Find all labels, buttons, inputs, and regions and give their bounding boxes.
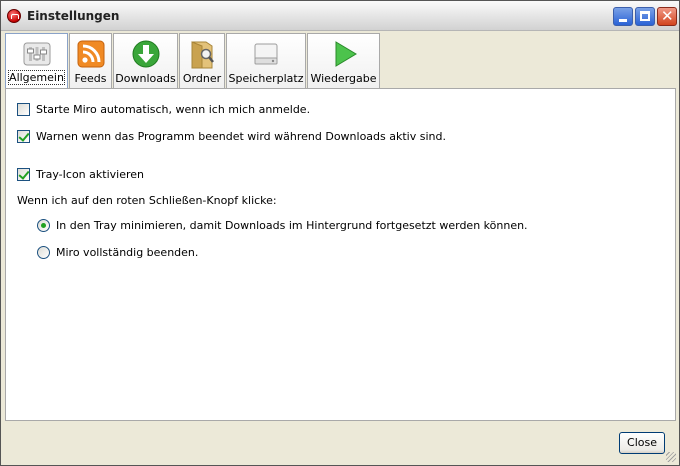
close-option-quit[interactable]: Miro vollständig beenden. bbox=[37, 246, 198, 259]
miro-app-icon bbox=[7, 9, 21, 23]
play-icon bbox=[335, 41, 357, 67]
general-settings-icon bbox=[23, 42, 50, 66]
tab-allgemein-label: Allgemein bbox=[8, 70, 65, 85]
tab-wiedergabe[interactable]: Wiedergabe bbox=[307, 33, 380, 88]
rss-feed-icon bbox=[77, 40, 104, 68]
tray-icon-option[interactable]: Tray-Icon aktivieren bbox=[17, 168, 144, 181]
tab-feeds[interactable]: Feeds bbox=[69, 33, 112, 88]
minimize-icon bbox=[619, 19, 627, 22]
download-arrow-icon bbox=[132, 40, 159, 68]
resize-grip[interactable] bbox=[666, 452, 676, 462]
tray-icon-checkbox[interactable] bbox=[17, 168, 30, 181]
close-button-label: Close bbox=[627, 436, 657, 449]
minimize-to-tray-label: In den Tray minimieren, damit Downloads … bbox=[56, 219, 528, 232]
warn-on-quit-option[interactable]: Warnen wenn das Programm beendet wird wä… bbox=[17, 130, 446, 143]
tray-icon-label: Tray-Icon aktivieren bbox=[36, 168, 144, 181]
close-option-minimize-to-tray[interactable]: In den Tray minimieren, damit Downloads … bbox=[37, 219, 528, 232]
tab-downloads[interactable]: Downloads bbox=[113, 33, 178, 88]
minimize-to-tray-radio[interactable] bbox=[37, 219, 50, 232]
tab-wiedergabe-label: Wiedergabe bbox=[310, 72, 377, 85]
close-icon: ✕ bbox=[661, 7, 674, 25]
warn-on-quit-checkbox[interactable] bbox=[17, 130, 30, 143]
preferences-window: Einstellungen ✕ Allgemein Feeds Download… bbox=[0, 0, 680, 466]
preferences-tab-bar: Allgemein Feeds Downloads Ordner Speiche… bbox=[3, 31, 679, 88]
quit-label: Miro vollständig beenden. bbox=[56, 246, 199, 259]
close-behavior-prompt: Wenn ich auf den roten Schließen-Knopf k… bbox=[17, 194, 277, 207]
tab-ordner[interactable]: Ordner bbox=[179, 33, 225, 88]
autostart-label: Starte Miro automatisch, wenn ich mich a… bbox=[36, 103, 311, 116]
quit-radio[interactable] bbox=[37, 246, 50, 259]
tab-allgemein[interactable]: Allgemein bbox=[5, 33, 68, 88]
maximize-button[interactable] bbox=[635, 7, 655, 26]
tab-speicherplatz-label: Speicherplatz bbox=[228, 72, 304, 85]
autostart-checkbox[interactable] bbox=[17, 103, 30, 116]
maximize-icon bbox=[640, 11, 650, 21]
folder-search-icon bbox=[191, 41, 214, 69]
autostart-option[interactable]: Starte Miro automatisch, wenn ich mich a… bbox=[17, 103, 310, 116]
warn-on-quit-label: Warnen wenn das Programm beendet wird wä… bbox=[36, 130, 446, 143]
tab-feeds-label: Feeds bbox=[74, 72, 107, 85]
hard-drive-icon bbox=[254, 43, 278, 65]
close-window-button[interactable]: ✕ bbox=[657, 7, 677, 26]
general-settings-panel: Starte Miro automatisch, wenn ich mich a… bbox=[5, 88, 676, 421]
window-title: Einstellungen bbox=[27, 9, 120, 23]
tab-downloads-label: Downloads bbox=[115, 72, 176, 85]
tab-ordner-label: Ordner bbox=[182, 72, 222, 85]
title-bar[interactable]: Einstellungen ✕ bbox=[1, 1, 679, 31]
tab-speicherplatz[interactable]: Speicherplatz bbox=[226, 33, 306, 88]
minimize-button[interactable] bbox=[613, 7, 633, 26]
close-button[interactable]: Close bbox=[619, 432, 665, 454]
